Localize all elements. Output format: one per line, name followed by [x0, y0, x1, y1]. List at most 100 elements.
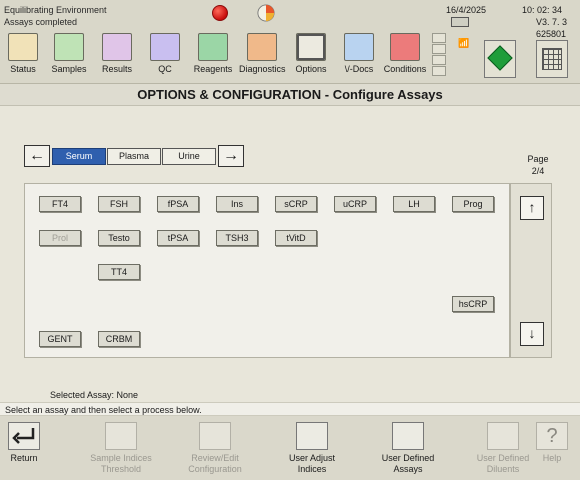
tab-plasma[interactable]: Plasma	[107, 148, 161, 165]
qc-icon	[150, 33, 180, 61]
assay-hscrp[interactable]: hsCRP	[452, 296, 494, 312]
assay-tt4[interactable]: TT4	[98, 264, 140, 280]
assay-tvitd[interactable]: tVitD	[275, 230, 317, 246]
assay-lh[interactable]: LH	[393, 196, 435, 212]
previous-arrow-button[interactable]: ←	[24, 145, 50, 167]
assay-ft4[interactable]: FT4	[39, 196, 81, 212]
selected-assay-label: Selected Assay: None	[50, 390, 139, 400]
assay-fsh[interactable]: FSH	[98, 196, 140, 212]
alert-indicator-icon[interactable]	[212, 5, 228, 21]
nav-options[interactable]: Options	[288, 33, 334, 81]
status-message: Equilibrating Environment	[4, 5, 107, 15]
defined-assays-icon	[392, 422, 424, 450]
nav-diagnostics[interactable]: Diagnostics	[239, 33, 286, 81]
configuration-label: Configuration	[188, 464, 242, 474]
sample-indices-label: Sample Indices	[90, 453, 152, 463]
threshold-icon	[105, 422, 137, 450]
diagnostics-icon	[247, 33, 277, 61]
page-number: 2/4	[531, 166, 545, 176]
nav-vdocs[interactable]: \/-Docs	[336, 33, 382, 81]
keyboard-icon[interactable]	[451, 17, 469, 27]
assay-grid: FT4 FSH fPSA Ins sCRP uCRP LH Prog Prol …	[24, 183, 510, 358]
status-bar: Equilibrating Environment Assays complet…	[0, 0, 580, 84]
page-scroll-panel: ↑ ↓	[510, 183, 552, 358]
user-adjust-indices-button[interactable]: User Adjust Indices	[280, 422, 344, 475]
user-defined-label: User Defined	[381, 453, 435, 463]
adjust-indices-icon	[296, 422, 328, 450]
review-config-icon	[199, 422, 231, 450]
review-edit-label: Review/Edit	[191, 453, 239, 463]
page-title: OPTIONS & CONFIGURATION - Configure Assa…	[0, 84, 580, 106]
assay-tpsa[interactable]: tPSA	[157, 230, 199, 246]
process-toolbar: Return Sample Indices Threshold Review/E…	[0, 416, 580, 480]
help-label: Help	[542, 453, 562, 463]
nav-qc[interactable]: QC	[142, 33, 188, 81]
reagents-icon	[198, 33, 228, 61]
next-arrow-button[interactable]: →	[218, 145, 244, 167]
nav-label: QC	[158, 64, 172, 74]
assay-tsh3[interactable]: TSH3	[216, 230, 258, 246]
nav-label: Status	[10, 64, 36, 74]
return-button[interactable]: Return	[6, 422, 42, 464]
nav-label: Results	[101, 64, 132, 74]
vdocs-icon	[344, 33, 374, 61]
help-icon: ?	[536, 422, 568, 450]
diluents-label: Diluents	[486, 464, 520, 474]
assay-scrp[interactable]: sCRP	[275, 196, 317, 212]
assay-prol[interactable]: Prol	[39, 230, 81, 246]
nav-samples[interactable]: Samples	[46, 33, 92, 81]
nav-label: \/-Docs	[344, 64, 374, 74]
serial-number: 625801	[536, 29, 567, 39]
defined-diluents-icon	[487, 422, 519, 450]
assay-fpsa[interactable]: fPSA	[157, 196, 199, 212]
page-down-button[interactable]: ↓	[520, 322, 544, 346]
nav-label: Reagents	[193, 64, 233, 74]
conditions-icon	[390, 33, 420, 61]
tab-urine[interactable]: Urine	[162, 148, 216, 165]
samples-icon	[54, 33, 84, 61]
system-date: 16/4/2025	[446, 5, 487, 15]
nav-reagents[interactable]: Reagents	[190, 33, 236, 81]
options-icon	[296, 33, 326, 61]
page-indicator: Page 2/4	[518, 153, 558, 177]
nav-label: Diagnostics	[239, 64, 286, 74]
threshold-label: Threshold	[100, 464, 142, 474]
user-defined-diluents-button[interactable]: User Defined Diluents	[472, 422, 534, 475]
user-defined-label: User Defined	[476, 453, 530, 463]
slot-indicator	[432, 33, 446, 77]
nav-results[interactable]: Results	[94, 33, 140, 81]
nav-label: Conditions	[383, 64, 427, 74]
instruction-text: Select an assay and then select a proces…	[0, 402, 580, 416]
help-button[interactable]: ? Help	[536, 422, 568, 464]
assay-ins[interactable]: Ins	[216, 196, 258, 212]
tab-serum[interactable]: Serum	[52, 148, 106, 165]
progress-pie-icon	[257, 4, 275, 22]
nav-conditions[interactable]: Conditions	[382, 33, 428, 81]
indices-label: Indices	[297, 464, 327, 474]
page-label: Page	[527, 154, 549, 164]
keypad-button[interactable]	[536, 40, 568, 78]
assay-crbm[interactable]: CRBM	[98, 331, 140, 347]
review-edit-configuration-button[interactable]: Review/Edit Configuration	[182, 422, 248, 475]
assay-testo[interactable]: Testo	[98, 230, 140, 246]
page-up-button[interactable]: ↑	[520, 196, 544, 220]
keypad-icon	[542, 48, 562, 70]
return-label: Return	[10, 453, 38, 463]
sample-indices-threshold-button[interactable]: Sample Indices Threshold	[86, 422, 156, 475]
results-icon	[102, 33, 132, 61]
nav-label: Samples	[51, 64, 87, 74]
signal-icon: 📶	[458, 38, 470, 48]
system-time: 10: 02: 34	[522, 5, 563, 15]
nav-status[interactable]: Status	[0, 33, 46, 81]
software-version: V3. 7. 3	[536, 17, 568, 27]
assay-ucrp[interactable]: uCRP	[334, 196, 376, 212]
assay-gent[interactable]: GENT	[39, 331, 81, 347]
status-icon	[8, 33, 38, 61]
run-status-button[interactable]	[484, 40, 516, 78]
assay-prog[interactable]: Prog	[452, 196, 494, 212]
nav-label: Options	[295, 64, 327, 74]
status-submessage: Assays completed	[4, 17, 78, 27]
run-status-icon	[487, 45, 513, 71]
user-adjust-label: User Adjust	[288, 453, 336, 463]
user-defined-assays-button[interactable]: User Defined Assays	[376, 422, 440, 475]
